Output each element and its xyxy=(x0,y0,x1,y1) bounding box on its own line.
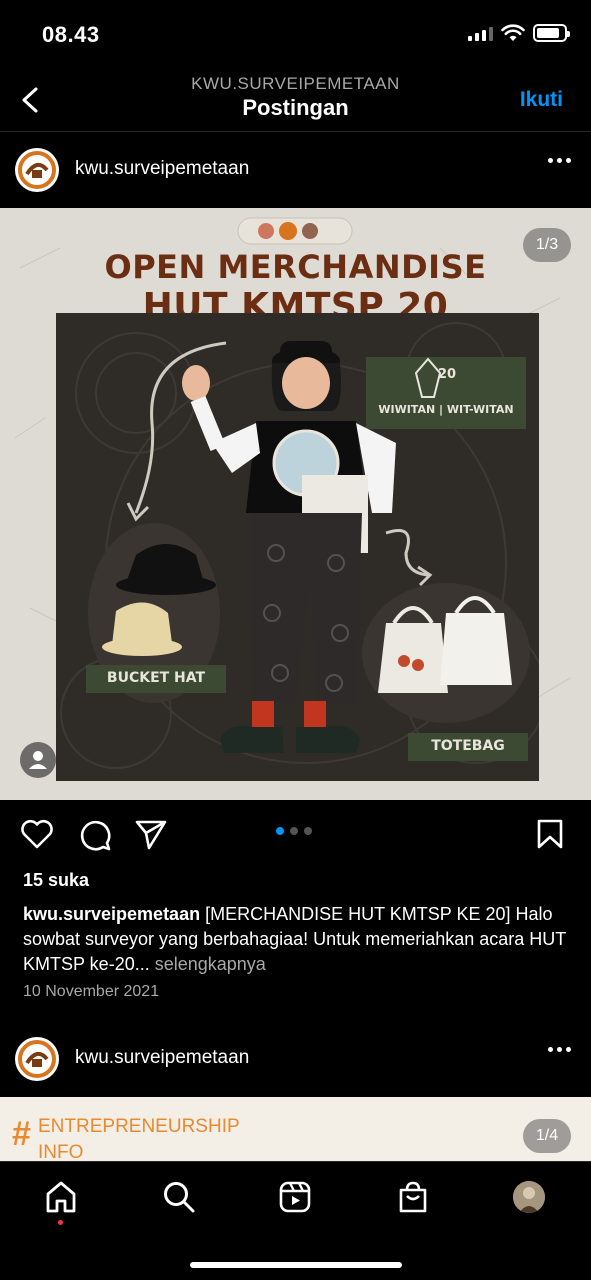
post2-image-counter: 1/4 xyxy=(523,1119,571,1153)
account-logo-icon xyxy=(18,151,56,189)
see-more-link[interactable]: selengkapnya xyxy=(150,954,266,974)
reels-icon[interactable] xyxy=(278,1180,312,1214)
wifi-icon xyxy=(501,24,525,41)
carousel-dot xyxy=(304,827,312,835)
post-action-bar xyxy=(0,810,591,860)
carousel-dot xyxy=(290,827,298,835)
cellular-signal-icon xyxy=(468,25,493,41)
home-indicator xyxy=(190,1262,402,1268)
caption-username[interactable]: kwu.surveipemetaan xyxy=(23,904,200,924)
avatar[interactable] xyxy=(15,148,59,192)
tagged-users-icon[interactable] xyxy=(20,742,56,778)
shopping-bag-icon[interactable] xyxy=(396,1180,430,1214)
post-header: kwu.surveipemetaan xyxy=(0,132,591,208)
home-icon[interactable] xyxy=(44,1180,78,1214)
notification-dot xyxy=(58,1220,63,1225)
promo-title-line1: OPEN MERCHANDISE xyxy=(104,248,487,286)
badge-number: 20 xyxy=(437,367,457,382)
account-logo-icon xyxy=(18,1040,56,1078)
hash-symbol: # xyxy=(12,1115,31,1153)
carousel-indicator xyxy=(276,827,312,835)
bottom-tab-bar xyxy=(0,1161,591,1280)
post2-image-text-line2: INFO xyxy=(38,1142,84,1161)
more-options-icon[interactable] xyxy=(548,1047,571,1052)
like-count[interactable]: 15 suka xyxy=(23,870,89,891)
nav-header: KWU.SURVEIPEMETAAN Postingan Ikuti xyxy=(0,70,591,132)
post2-image[interactable]: # ENTREPRENEURSHIP INFO 1/4 xyxy=(0,1097,591,1161)
bucket-hat-label: BUCKET HAT xyxy=(106,670,206,686)
avatar[interactable] xyxy=(15,1037,59,1081)
page-title: Postingan xyxy=(242,95,349,120)
bookmark-icon[interactable] xyxy=(536,818,564,850)
post-caption: kwu.surveipemetaan [MERCHANDISE HUT KMTS… xyxy=(23,902,573,977)
comment-icon[interactable] xyxy=(78,818,112,852)
status-time: 08.43 xyxy=(42,22,100,47)
more-options-icon[interactable] xyxy=(548,158,571,163)
header-account: KWU.SURVEIPEMETAAN xyxy=(191,74,400,93)
post-image[interactable]: 1/3 OPEN MERCHANDISE HUT KMTSP 20 20 WIW… xyxy=(0,208,591,800)
send-icon[interactable] xyxy=(134,818,168,850)
illustration-panel: 20 WIWITAN | WIT-WITAN BUCKET HAT TOTEBA… xyxy=(56,313,547,781)
status-icons xyxy=(468,24,570,42)
status-bar: 08.43 xyxy=(0,0,591,70)
post-date: 10 November 2021 xyxy=(23,983,160,1000)
follow-button[interactable]: Ikuti xyxy=(520,88,563,112)
carousel-dot-active xyxy=(276,827,284,835)
post2-image-text-line1: ENTREPRENEURSHIP xyxy=(38,1116,240,1137)
search-icon[interactable] xyxy=(162,1180,196,1214)
post-username[interactable]: kwu.surveipemetaan xyxy=(75,158,249,180)
heart-icon[interactable] xyxy=(20,818,54,850)
battery-level xyxy=(537,28,560,38)
battery-icon xyxy=(533,24,570,42)
totebag-label: TOTEBAG xyxy=(431,738,505,754)
profile-avatar[interactable] xyxy=(513,1181,545,1213)
post2-header: kwu.surveipemetaan xyxy=(0,1021,591,1097)
badge-label: WIWITAN | WIT-WITAN xyxy=(378,403,514,416)
merchandise-illustration xyxy=(60,322,547,769)
post2-username[interactable]: kwu.surveipemetaan xyxy=(75,1047,249,1069)
